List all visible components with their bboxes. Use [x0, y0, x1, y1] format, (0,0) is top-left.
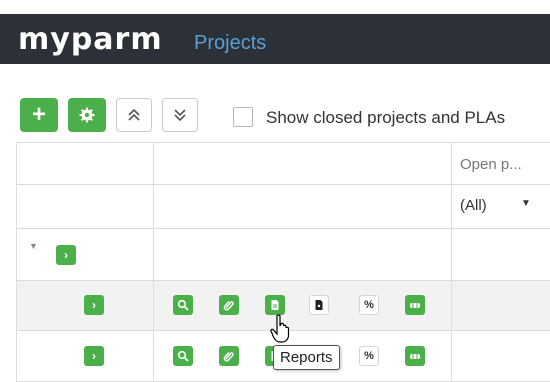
tree-expander-icon[interactable]: ▼: [29, 241, 38, 251]
percent-icon: %: [364, 350, 374, 362]
chevron-right-icon: ›: [92, 298, 96, 312]
app-header: myparm Projects: [0, 14, 550, 64]
percent-icon: %: [364, 299, 374, 311]
handshake-button[interactable]: [405, 346, 425, 366]
percent-button[interactable]: %: [359, 295, 379, 315]
show-closed-checkbox[interactable]: [233, 107, 253, 127]
settings-button[interactable]: [68, 98, 106, 132]
chevron-right-icon: ›: [64, 248, 68, 262]
expand-row-button[interactable]: ›: [84, 346, 104, 366]
document-icon: [315, 300, 323, 310]
collapse-all-button[interactable]: [116, 98, 152, 132]
expand-all-button[interactable]: [162, 98, 198, 132]
column-filter-select[interactable]: (All): [460, 197, 487, 214]
document-button[interactable]: [309, 295, 329, 315]
gear-icon: [79, 107, 95, 123]
expand-row-button[interactable]: ›: [56, 245, 76, 265]
double-chevron-up-icon: [128, 108, 140, 121]
chevron-right-icon: ›: [92, 349, 96, 363]
double-chevron-down-icon: [174, 109, 186, 122]
handshake-button[interactable]: [405, 295, 425, 315]
hand-cursor-icon: [270, 314, 290, 343]
reports-button[interactable]: [265, 295, 285, 315]
search-icon: [177, 350, 189, 362]
search-icon: [177, 299, 189, 311]
search-button[interactable]: [173, 295, 193, 315]
page-title[interactable]: Projects: [194, 32, 266, 55]
expand-row-button[interactable]: ›: [84, 295, 104, 315]
attachment-icon: [223, 352, 234, 362]
handshake-icon: [410, 354, 420, 359]
reports-tooltip: Reports: [273, 345, 340, 370]
add-project-button[interactable]: +: [20, 98, 58, 132]
app-logo[interactable]: myparm: [18, 22, 163, 57]
column-header-open-projects[interactable]: Open p...: [460, 156, 522, 173]
show-closed-label[interactable]: Show closed projects and PLAs: [266, 108, 505, 128]
attachment-button[interactable]: [219, 346, 239, 366]
search-button[interactable]: [173, 346, 193, 366]
handshake-icon: [410, 303, 420, 308]
percent-button[interactable]: %: [359, 346, 379, 366]
attachment-button[interactable]: [219, 295, 239, 315]
dropdown-arrow-icon[interactable]: ▼: [521, 198, 531, 209]
attachment-icon: [223, 301, 234, 311]
report-icon: [271, 300, 279, 310]
plus-icon: +: [31, 101, 46, 128]
